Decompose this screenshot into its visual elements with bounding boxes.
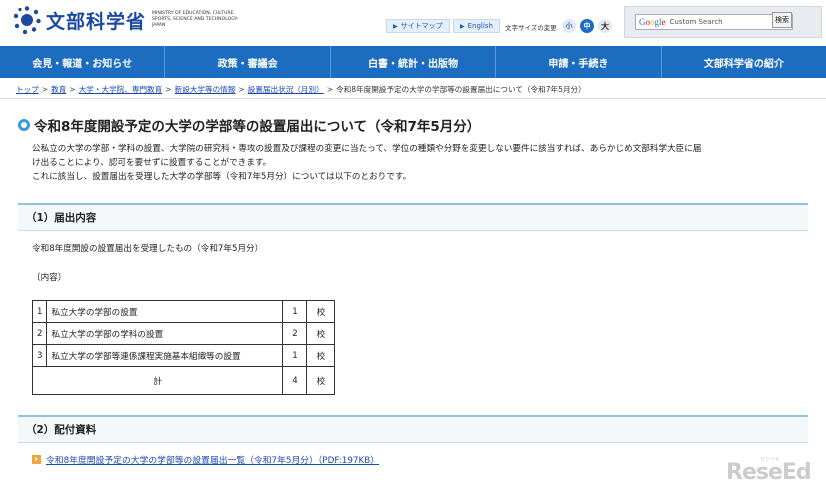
- breadcrumb-separator: >: [41, 85, 49, 94]
- row-number: 1: [31, 300, 48, 323]
- breadcrumb-link-university[interactable]: 大学・大学院、専門教育: [79, 85, 163, 94]
- font-size-label: 文字サイズの変更: [505, 24, 557, 32]
- page-title-row: 令和8年度開設予定の大学の学部等の設置届出について（令和7年5月分）: [18, 115, 480, 135]
- breadcrumb-current: 令和8年度開設予定の大学の学部等の設置届出について（令和7年5月分）: [336, 85, 586, 94]
- pdf-document-link[interactable]: 令和8年度開設予定の大学の学部等の設置届出一覧（令和7年5月分）（PDF:197…: [46, 453, 379, 466]
- sitemap-label: サイトマップ: [400, 22, 443, 30]
- row-count: 1: [282, 344, 308, 367]
- intro-line-3: これに該当し、設置届出を受理した大学の学部等（令和7年5月分）については以下のと…: [32, 172, 412, 182]
- breadcrumb-separator: >: [326, 85, 334, 94]
- breadcrumb: トップ > 教育 > 大学・大学院、専門教育 > 新設大学等の情報 > 設置届出状況（月別） > 令…: [16, 84, 586, 95]
- row-count: 1: [282, 300, 308, 323]
- row-unit: 校: [306, 344, 336, 367]
- row-count: 2: [282, 322, 308, 345]
- breadcrumb-link-education[interactable]: 教育: [51, 85, 66, 94]
- section-divider: [18, 230, 808, 231]
- section-heading-contents: （1）届出内容: [18, 203, 808, 230]
- google-logo: Google: [639, 17, 666, 27]
- global-nav: 会見・報道・お知らせ 政策・審議会 白書・統計・出版物 申請・手続き 文部科学省…: [0, 46, 826, 78]
- intro-line-1: 公私立の大学の学部・学科の設置、大学院の研究科・専攻の設置及び課程の変更に当たっ…: [32, 144, 702, 154]
- table-row: 3 私立大学の学部等連係課程実施基本組織等の設置 1 校: [31, 344, 336, 367]
- site-header: 文部科学省 MINISTRY OF EDUCATION, CULTURE, SP…: [0, 0, 826, 46]
- ministry-logo[interactable]: 文部科学省 MINISTRY OF EDUCATION, CULTURE, SP…: [12, 5, 252, 35]
- table-row: 2 私立大学の学部の学科の設置 2 校: [31, 322, 336, 345]
- section-heading-materials: （2）配付資料: [18, 415, 808, 442]
- notification-table: 1 私立大学の学部の設置 1 校 2 私立大学の学部の学科の設置 2 校 3 私…: [31, 300, 336, 395]
- section-divider: [18, 442, 808, 443]
- section1-lead: 令和8年度開設の設置届出を受理したもの（令和7年5月分）: [32, 244, 264, 254]
- english-label: English: [467, 22, 493, 30]
- breadcrumb-separator: >: [165, 85, 172, 94]
- breadcrumb-separator: >: [69, 85, 76, 94]
- nav-item-whitepaper[interactable]: 白書・統計・出版物: [331, 46, 497, 78]
- mext-emblem-icon: [13, 6, 41, 35]
- table-row: 1 私立大学の学部の設置 1 校: [31, 300, 336, 323]
- intro-text: 公私立の大学の学部・学科の設置、大学院の研究科・専攻の設置及び課程の変更に当たっ…: [32, 142, 807, 184]
- nav-item-applications[interactable]: 申請・手続き: [496, 46, 662, 78]
- nav-item-about[interactable]: 文部科学省の紹介: [662, 46, 826, 78]
- breadcrumb-separator: >: [238, 85, 245, 94]
- breadcrumb-link-new-universities[interactable]: 新設大学等の情報: [175, 85, 236, 94]
- search-placeholder: Custom Search: [669, 18, 723, 26]
- logo-subtitle: MINISTRY OF EDUCATION, CULTURE, SPORTS, …: [152, 11, 239, 28]
- total-count: 4: [282, 366, 308, 395]
- title-bullet-icon: [18, 119, 30, 131]
- logo-title: 文部科学省: [46, 10, 147, 33]
- breadcrumb-link-top[interactable]: トップ: [16, 85, 39, 94]
- english-link[interactable]: ▶ English: [453, 19, 500, 33]
- page-title: 令和8年度開設予定の大学の学部等の設置届出について（令和7年5月分）: [34, 119, 481, 135]
- font-small-button[interactable]: 小: [562, 19, 576, 33]
- row-description: 私立大学の学部等連係課程実施基本組織等の設置: [46, 344, 284, 367]
- font-medium-button[interactable]: 中: [580, 19, 594, 33]
- pdf-document-item: 令和8年度開設予定の大学の学部等の設置届出一覧（令和7年5月分）（PDF:197…: [32, 453, 379, 466]
- nav-item-policy[interactable]: 政策・審議会: [165, 46, 331, 78]
- font-large-button[interactable]: 大: [598, 19, 612, 33]
- search-panel: Google Custom Search: [624, 6, 822, 38]
- breadcrumb-link-monthly-status[interactable]: 設置届出状況（月別）: [248, 85, 324, 94]
- table-total-row: 計 4 校: [31, 366, 336, 395]
- total-unit: 校: [306, 366, 336, 395]
- breadcrumb-divider: [0, 98, 826, 99]
- intro-line-2: け出ることにより、認可を要せずに設置することができます。: [32, 158, 272, 168]
- search-input[interactable]: Google Custom Search: [635, 14, 793, 30]
- arrow-right-icon: ▶: [393, 22, 398, 30]
- arrow-bullet-icon: [32, 455, 41, 464]
- row-number: 3: [31, 344, 48, 367]
- arrow-right-icon: ▶: [460, 22, 465, 30]
- sitemap-link[interactable]: ▶ サイトマップ: [386, 19, 450, 33]
- row-unit: 校: [306, 322, 336, 345]
- row-description: 私立大学の学部の設置: [46, 300, 284, 323]
- nav-item-press[interactable]: 会見・報道・お知らせ: [0, 46, 166, 78]
- content-label: 〔内容〕: [32, 273, 67, 283]
- row-description: 私立大学の学部の学科の設置: [46, 322, 284, 345]
- search-button[interactable]: 検索: [772, 12, 792, 28]
- resemom-watermark: ReseEd: [726, 460, 812, 485]
- total-label: 計: [31, 366, 284, 395]
- row-unit: 校: [306, 300, 336, 323]
- row-number: 2: [31, 322, 48, 345]
